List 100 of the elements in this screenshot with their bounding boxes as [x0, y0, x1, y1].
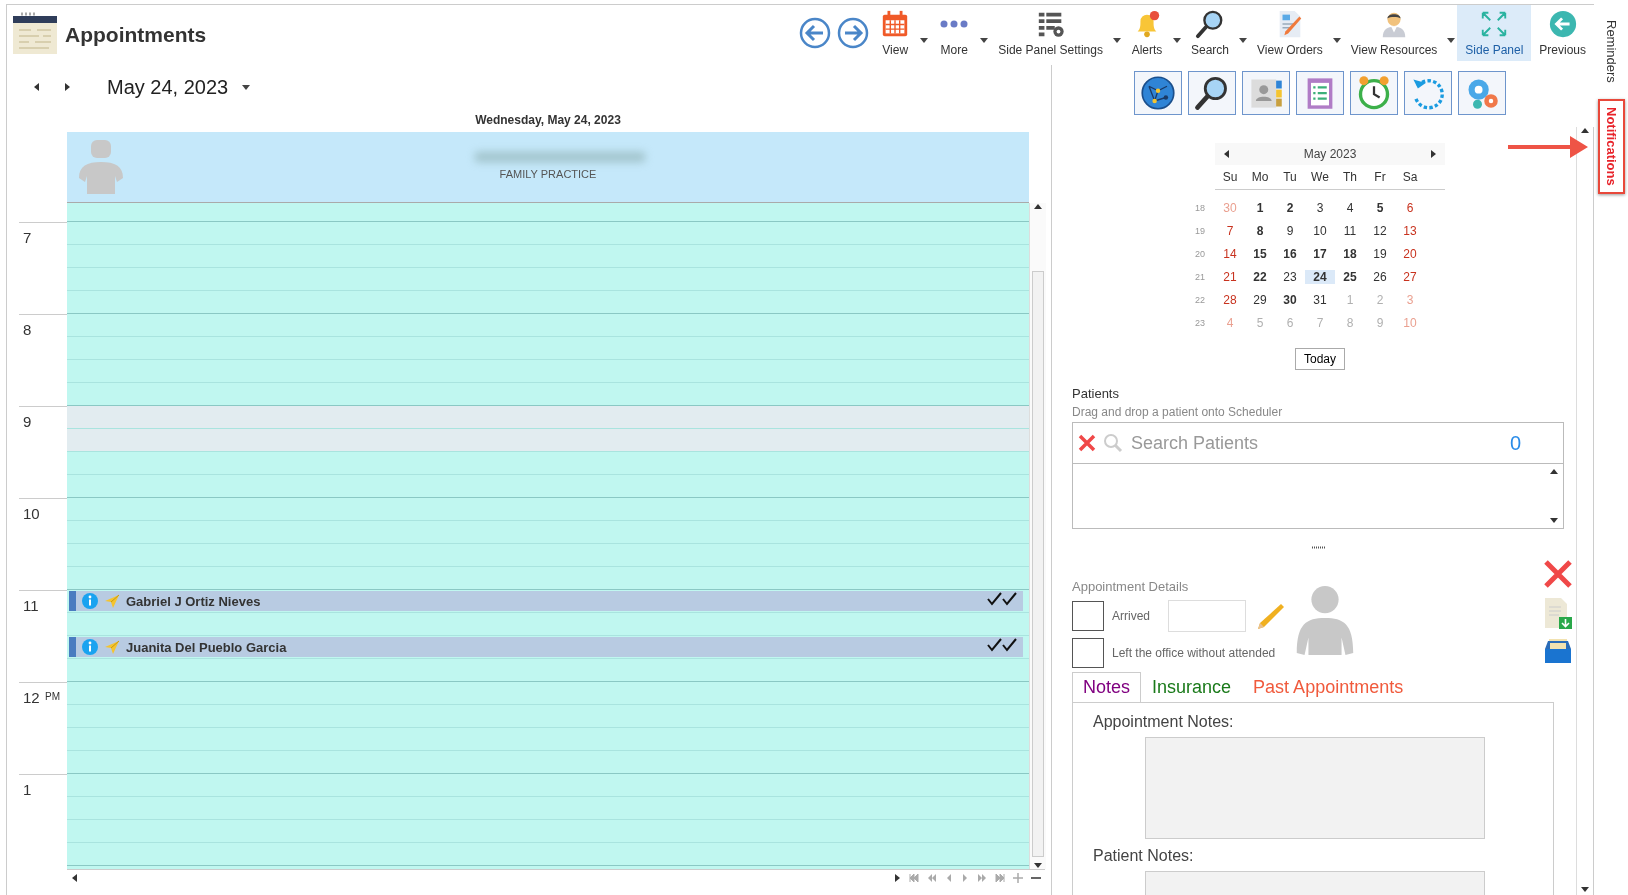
toolbar-button[interactable]: Side Panel [1457, 5, 1532, 61]
calendar-day[interactable]: 23 [1275, 269, 1305, 284]
dropdown-button[interactable] [1330, 37, 1343, 43]
checkbox[interactable] [1072, 638, 1104, 668]
shaded-time-slot[interactable] [67, 406, 1029, 429]
calendar-day[interactable]: 25 [1335, 269, 1365, 284]
calendar-day[interactable]: 27 [1395, 269, 1425, 284]
hour-label: 11 [23, 597, 39, 614]
calendar-day[interactable]: 10 [1305, 223, 1335, 238]
calendar-day[interactable]: 18 [1335, 246, 1365, 261]
calendar-day[interactable]: 6 [1395, 200, 1425, 215]
fast-forward-icon [977, 873, 987, 882]
date-picker-text[interactable]: May 24, 2023 [107, 75, 229, 99]
hour-label: 9 [23, 413, 32, 430]
calendar-day[interactable]: 20 [1395, 246, 1425, 261]
right-triangle-icon [1429, 150, 1437, 158]
dropdown-button[interactable] [918, 37, 931, 43]
info-icon [82, 593, 98, 609]
double-check-icon [987, 638, 1019, 652]
calendar-day[interactable]: 21 [1215, 269, 1245, 284]
search-field[interactable]: Search Patients [1129, 431, 1504, 455]
toolbar-button[interactable]: View [872, 5, 919, 61]
caret-icon [920, 37, 929, 43]
calendar-day[interactable]: 19 [1365, 246, 1395, 261]
calendar-day[interactable]: 22 [1245, 269, 1275, 284]
first-page-icon [909, 873, 919, 882]
calendar-day[interactable]: 4 [1335, 200, 1365, 215]
checkbox[interactable] [1072, 601, 1104, 631]
down-triangle-icon [1581, 885, 1590, 893]
weekday-label: We [1310, 170, 1330, 184]
calendar-day[interactable]: 5 [1365, 200, 1395, 215]
up-triangle-icon [1034, 203, 1042, 211]
notes-label: Patient Notes: [1093, 847, 1195, 865]
vertical-scrollbar[interactable] [1576, 127, 1595, 895]
notepad-icon [11, 10, 59, 56]
hint-text: Drag and drop a patient onto Scheduler [1072, 405, 1284, 419]
calendar-day[interactable]: 13 [1395, 223, 1425, 238]
caret-icon [1113, 37, 1121, 43]
toolbar-button[interactable]: View Orders [1249, 5, 1331, 61]
calendar-day[interactable]: 28 [1215, 292, 1245, 307]
calendar-day[interactable]: 8 [1245, 223, 1275, 238]
close-icon [1543, 559, 1573, 589]
calendar-day[interactable]: 1 [1245, 200, 1275, 215]
calendar-day[interactable]: 17 [1305, 246, 1335, 261]
tool-button[interactable] [1188, 71, 1236, 115]
calendar-day[interactable]: 14 [1215, 246, 1245, 261]
dropdown-button[interactable] [1445, 37, 1458, 43]
side-tab[interactable]: Reminders [1597, 12, 1625, 91]
down-triangle-icon [1034, 861, 1042, 869]
dropdown-button[interactable] [1171, 37, 1183, 43]
shaded-time-slot[interactable] [67, 429, 1029, 452]
calendar-day[interactable]: 31 [1305, 292, 1335, 307]
calendar-day[interactable]: 12 [1365, 223, 1395, 238]
up-triangle-icon [1581, 127, 1590, 135]
week-number: 22 [1195, 294, 1206, 305]
section-title: Patients [1072, 386, 1120, 401]
caret-icon [1173, 37, 1181, 43]
patient-name: Gabriel J Ortiz Nieves [126, 593, 261, 609]
document-download-icon [1543, 597, 1573, 629]
down-triangle-icon [1550, 516, 1558, 524]
side-tab[interactable]: Notifications [1597, 98, 1625, 194]
toolbar-button[interactable]: Side Panel Settings [990, 5, 1111, 61]
hour-label: 7 [23, 229, 32, 246]
calendar-day[interactable]: 30 [1275, 292, 1305, 307]
alarm-clock-icon [1356, 75, 1392, 111]
dropdown-button[interactable] [1237, 37, 1249, 43]
tab[interactable]: Notes [1072, 672, 1142, 702]
toolbar-button[interactable]: Previous [1531, 5, 1595, 61]
patient-list[interactable] [1072, 464, 1564, 529]
calendar-day[interactable]: 26 [1365, 269, 1395, 284]
rewind-icon [927, 873, 937, 882]
calendar-day[interactable]: 3 [1305, 200, 1335, 215]
dropdown-button[interactable] [1111, 37, 1123, 43]
notes-field[interactable] [1145, 737, 1485, 839]
calendar-day[interactable]: 9 [1275, 223, 1305, 238]
calendar-day[interactable]: 24 [1305, 269, 1335, 284]
tool-button[interactable] [1134, 71, 1182, 115]
calendar-day[interactable]: 11 [1335, 223, 1365, 238]
toolbar-button[interactable]: View Resources [1342, 5, 1446, 61]
week-number: 18 [1195, 202, 1206, 213]
toolbar-button[interactable]: More [930, 5, 979, 61]
vertical-scrollbar[interactable] [1029, 203, 1046, 869]
notes-label: Appointment Notes: [1093, 713, 1235, 731]
toolbar-button[interactable]: Search [1183, 5, 1237, 61]
horizontal-scrollbar[interactable] [67, 869, 1045, 885]
last-page-icon [995, 873, 1005, 882]
calendar-day[interactable]: 16 [1275, 246, 1305, 261]
calendar-day[interactable]: 15 [1245, 246, 1275, 261]
hour-label: 10 [23, 505, 40, 522]
calendar-day[interactable]: 29 [1245, 292, 1275, 307]
toolbar-button[interactable]: Alerts [1123, 5, 1171, 61]
today-button[interactable]: Today [1295, 348, 1346, 370]
patient-name: Juanita Del Pueblo Garcia [126, 639, 287, 655]
dropdown-button[interactable] [978, 37, 991, 43]
day-title: Wednesday, May 24, 2023 [474, 112, 622, 129]
calendar-day[interactable]: 7 [1215, 223, 1245, 238]
tab[interactable]: Insurance [1141, 672, 1243, 702]
hour-label: 8 [23, 321, 32, 338]
time-field[interactable] [1168, 600, 1246, 632]
calendar-day[interactable]: 2 [1275, 200, 1305, 215]
